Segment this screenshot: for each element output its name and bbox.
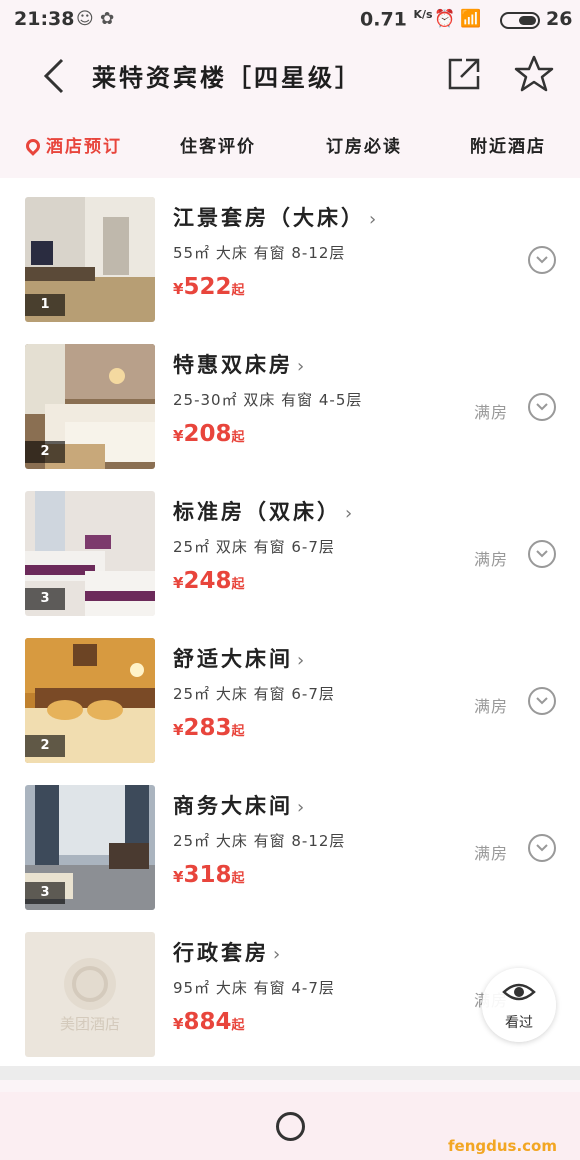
notification-icon: ✿ (100, 9, 115, 29)
tab-booking-notes[interactable]: 订房必读 (326, 132, 402, 157)
alarm-icon: ⏰ (434, 9, 456, 29)
room-details: 25㎡ 双床 有窗 6-7层 (173, 538, 335, 556)
battery-icon (500, 12, 540, 29)
room-name[interactable]: 特惠双床房 › (173, 349, 307, 379)
room-details: 25㎡ 大床 有窗 8-12层 (173, 832, 346, 850)
photo-count: 1 (25, 294, 65, 316)
placeholder-photo[interactable]: 美团酒店 (25, 932, 155, 1057)
favorite-star-icon[interactable] (514, 54, 554, 94)
tab-bar: 酒店预订 住客评价 订房必读 附近酒店 (0, 120, 580, 168)
home-button-icon[interactable] (276, 1112, 305, 1141)
room-photo[interactable]: 2 (25, 344, 155, 469)
status-time: 21:38 (14, 8, 75, 30)
room-price: ¥522起 (173, 274, 245, 300)
sold-out-label: 满房 (474, 844, 509, 863)
page-title: 莱特资宾楼［四星级］ (92, 64, 362, 92)
room-price: ¥318起 (173, 862, 245, 888)
photo-count: 3 (25, 882, 65, 904)
share-icon[interactable] (446, 56, 482, 92)
signal-icon: 📶 (460, 9, 482, 29)
status-bar: 21:38 ☺ ✿ 0.71 K/s ⏰ 📶 26 (0, 0, 580, 40)
room-photo[interactable]: 3 (25, 785, 155, 910)
room-price: ¥283起 (173, 715, 245, 741)
room-name[interactable]: 江景套房（大床） › (173, 202, 379, 232)
room-item[interactable]: 2 特惠双床房 › 25-30㎡ 双床 有窗 4-5层 ¥208起 满房 (0, 325, 580, 471)
expand-chevron-icon[interactable] (528, 246, 556, 274)
photo-count: 2 (25, 441, 65, 463)
room-details: 25-30㎡ 双床 有窗 4-5层 (173, 391, 363, 409)
room-price: ¥208起 (173, 421, 245, 447)
expand-chevron-icon[interactable] (528, 393, 556, 421)
tab-guest-reviews[interactable]: 住客评价 (180, 132, 256, 157)
section-divider (0, 1066, 580, 1080)
room-price: ¥248起 (173, 568, 245, 594)
tab-hotel-booking[interactable]: 酒店预订 (23, 132, 122, 157)
room-photo[interactable]: 1 (25, 197, 155, 322)
expand-chevron-icon[interactable] (528, 687, 556, 715)
svg-text:美团酒店: 美团酒店 (60, 1015, 120, 1033)
back-arrow-icon[interactable] (38, 56, 72, 96)
sold-out-label: 满房 (474, 697, 509, 716)
room-details: 25㎡ 大床 有窗 6-7层 (173, 685, 335, 703)
photo-count: 3 (25, 588, 65, 610)
room-item[interactable]: 3 标准房（双床） › 25㎡ 双床 有窗 6-7层 ¥248起 满房 (0, 472, 580, 618)
battery-level: 26 (546, 8, 573, 30)
photo-count: 2 (25, 735, 65, 757)
room-item[interactable]: 2 舒适大床间 › 25㎡ 大床 有窗 6-7层 ¥283起 满房 (0, 619, 580, 765)
watermark: fengdus.com (448, 1137, 557, 1155)
notification-icon: ☺ (76, 9, 94, 29)
viewed-label: 看过 (505, 1015, 533, 1031)
tab-nearby-hotels[interactable]: 附近酒店 (470, 132, 546, 157)
room-name[interactable]: 标准房（双床） › (173, 496, 355, 526)
network-speed: 0.71 K/s (360, 8, 433, 31)
room-item[interactable]: 1 江景套房（大床） › 55㎡ 大床 有窗 8-12层 ¥522起 (0, 178, 580, 324)
room-photo[interactable]: 3 (25, 491, 155, 616)
room-price: ¥884起 (173, 1009, 245, 1035)
app-header: 莱特资宾楼［四星级］ (0, 40, 580, 110)
viewed-history-button[interactable]: 看过 (482, 968, 556, 1042)
room-name[interactable]: 商务大床间 › (173, 790, 307, 820)
room-item[interactable]: 3 商务大床间 › 25㎡ 大床 有窗 8-12层 ¥318起 满房 (0, 766, 580, 912)
eye-icon (502, 983, 536, 1001)
location-pin-icon (23, 136, 43, 156)
sold-out-label: 满房 (474, 550, 509, 569)
room-details: 95㎡ 大床 有窗 4-7层 (173, 979, 335, 997)
expand-chevron-icon[interactable] (528, 834, 556, 862)
room-photo[interactable]: 2 (25, 638, 155, 763)
room-name[interactable]: 行政套房 › (173, 937, 283, 967)
room-name[interactable]: 舒适大床间 › (173, 643, 307, 673)
sold-out-label: 满房 (474, 403, 509, 422)
room-details: 55㎡ 大床 有窗 8-12层 (173, 244, 346, 262)
expand-chevron-icon[interactable] (528, 540, 556, 568)
room-list: 1 江景套房（大床） › 55㎡ 大床 有窗 8-12层 ¥522起 2 特惠双床… (0, 178, 580, 1066)
meituan-hotel-logo: 美团酒店 (60, 958, 120, 1033)
